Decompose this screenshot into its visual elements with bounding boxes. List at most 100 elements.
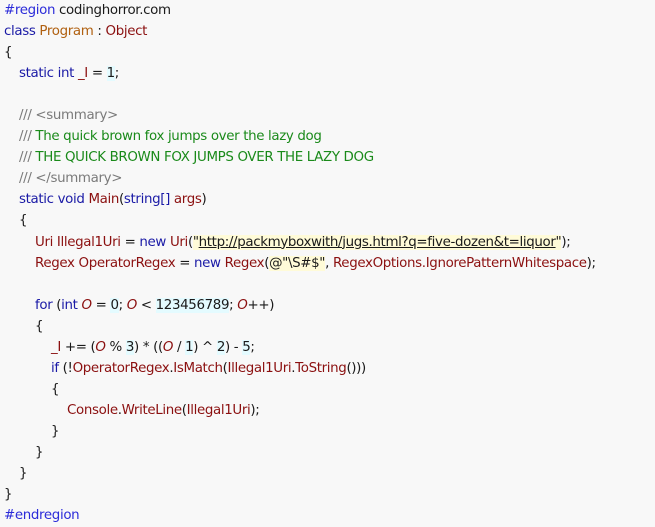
brace: } bbox=[19, 466, 28, 482]
operator: < bbox=[140, 297, 152, 313]
operator: / bbox=[176, 339, 182, 355]
method-call: WriteLine bbox=[121, 402, 182, 418]
code-line-18: if (!OperatorRegex.IsMatch(Illegal1Uri.T… bbox=[0, 358, 655, 379]
code-line-8: /// THE QUICK BROWN FOX JUMPS OVER THE L… bbox=[0, 147, 655, 168]
brace: { bbox=[51, 381, 60, 397]
statement-end: ); bbox=[586, 255, 596, 271]
comma: , bbox=[325, 255, 330, 271]
paren: ) bbox=[134, 339, 139, 355]
keyword-int: int bbox=[57, 66, 75, 82]
operator: = bbox=[179, 255, 191, 271]
class-name: Program bbox=[39, 24, 94, 40]
keyword-static: static bbox=[19, 66, 54, 82]
endregion-directive: #endregion bbox=[4, 508, 80, 524]
code-line-11: { bbox=[0, 210, 655, 231]
loop-variable: O bbox=[126, 297, 138, 313]
paren: ) bbox=[201, 192, 207, 208]
method-call: IsMatch bbox=[173, 360, 223, 376]
statement-end: ); bbox=[250, 402, 260, 418]
doc-comment-prefix: /// bbox=[19, 108, 32, 124]
region-name: codinghorror.com bbox=[59, 3, 171, 18]
type-uri: Uri bbox=[35, 234, 53, 250]
code-line-25: #endregion bbox=[0, 505, 655, 526]
doc-tag: <summary> bbox=[35, 108, 118, 124]
code-line-16: { bbox=[0, 316, 655, 337]
operator: ^ bbox=[202, 339, 213, 355]
paren: (! bbox=[62, 360, 73, 376]
code-line-23: } bbox=[0, 463, 655, 484]
param-name: args bbox=[173, 192, 202, 208]
brace: { bbox=[35, 318, 44, 334]
doc-comment-prefix: /// bbox=[19, 129, 32, 145]
number-literal: 1 bbox=[185, 339, 194, 355]
code-line-21: } bbox=[0, 421, 655, 442]
loop-variable: O bbox=[237, 297, 248, 313]
paren: ) bbox=[269, 297, 275, 313]
code-line-13: Regex OperatorRegex = new Regex(@"\S#$",… bbox=[0, 253, 655, 274]
number-literal: 0 bbox=[110, 297, 119, 313]
loop-variable: O bbox=[81, 297, 93, 313]
string-literal: @"\S#$" bbox=[269, 255, 326, 271]
type-regex: Regex bbox=[35, 255, 75, 271]
code-line-19: { bbox=[0, 379, 655, 400]
method-call: ToString bbox=[295, 360, 347, 376]
keyword-for: for bbox=[35, 297, 53, 313]
semicolon: ; bbox=[118, 297, 124, 313]
brace: { bbox=[4, 45, 13, 61]
operator: += bbox=[64, 339, 87, 355]
operator: * bbox=[142, 339, 150, 355]
statement-end: ); bbox=[561, 234, 571, 250]
operator: = bbox=[91, 66, 103, 82]
keyword-int: int bbox=[61, 297, 78, 313]
code-line-6: /// <summary> bbox=[0, 105, 655, 126]
constructor-name: Uri bbox=[169, 234, 188, 250]
brace: } bbox=[35, 444, 44, 460]
paren: ) bbox=[225, 339, 230, 355]
doc-comment-prefix: /// bbox=[19, 150, 32, 166]
object-name: Console bbox=[67, 402, 118, 418]
colon: : bbox=[97, 24, 102, 40]
code-line-22: } bbox=[0, 442, 655, 463]
code-line-12: Uri Illegal1Uri = new Uri("http://packmy… bbox=[0, 232, 655, 253]
method-name: Main bbox=[88, 192, 120, 208]
paren: ) bbox=[193, 339, 199, 355]
semicolon: ; bbox=[229, 297, 234, 313]
code-line-7: /// The quick brown fox jumps over the l… bbox=[0, 126, 655, 147]
operator: % bbox=[109, 339, 123, 355]
field-name: _I bbox=[51, 339, 61, 355]
object-name: OperatorRegex bbox=[72, 360, 170, 376]
code-editor[interactable]: #region codinghorror.com class Program :… bbox=[0, 0, 655, 527]
doc-comment-prefix: /// bbox=[19, 171, 32, 187]
operator: = bbox=[124, 234, 136, 250]
keyword-new: new bbox=[194, 255, 221, 271]
number-literal: 123456789 bbox=[155, 297, 230, 313]
code-line-9: /// </summary> bbox=[0, 168, 655, 189]
keyword-string: string[] bbox=[123, 192, 170, 208]
code-line-10: static void Main(string[] args) bbox=[0, 189, 655, 210]
argument: Illegal1Uri bbox=[186, 402, 251, 418]
code-line-3: { bbox=[0, 42, 655, 63]
operator: - bbox=[233, 339, 239, 355]
operator: ++ bbox=[247, 297, 270, 313]
semicolon: ; bbox=[250, 339, 255, 355]
code-line-4: static int _I = 1; bbox=[0, 63, 655, 84]
brace: } bbox=[51, 423, 60, 439]
keyword-new: new bbox=[139, 234, 167, 250]
loop-variable: O bbox=[162, 339, 174, 355]
number-literal: 3 bbox=[125, 339, 135, 355]
keyword-void: void bbox=[57, 192, 85, 208]
argument: Illegal1Uri bbox=[227, 360, 292, 376]
brace: { bbox=[19, 213, 28, 229]
keyword-class: class bbox=[4, 24, 36, 40]
variable-name: Illegal1Uri bbox=[56, 234, 121, 250]
url-link[interactable]: http://packmyboxwith/jugs.html?q=five-do… bbox=[199, 235, 556, 250]
base-class: Object bbox=[105, 24, 148, 40]
paren: ())) bbox=[346, 360, 366, 376]
doc-tag: </summary> bbox=[35, 171, 123, 187]
loop-variable: O bbox=[95, 339, 106, 355]
code-line-1: #region codinghorror.com bbox=[0, 0, 655, 21]
field-name: _I bbox=[77, 66, 88, 82]
paren: (( bbox=[153, 339, 163, 355]
